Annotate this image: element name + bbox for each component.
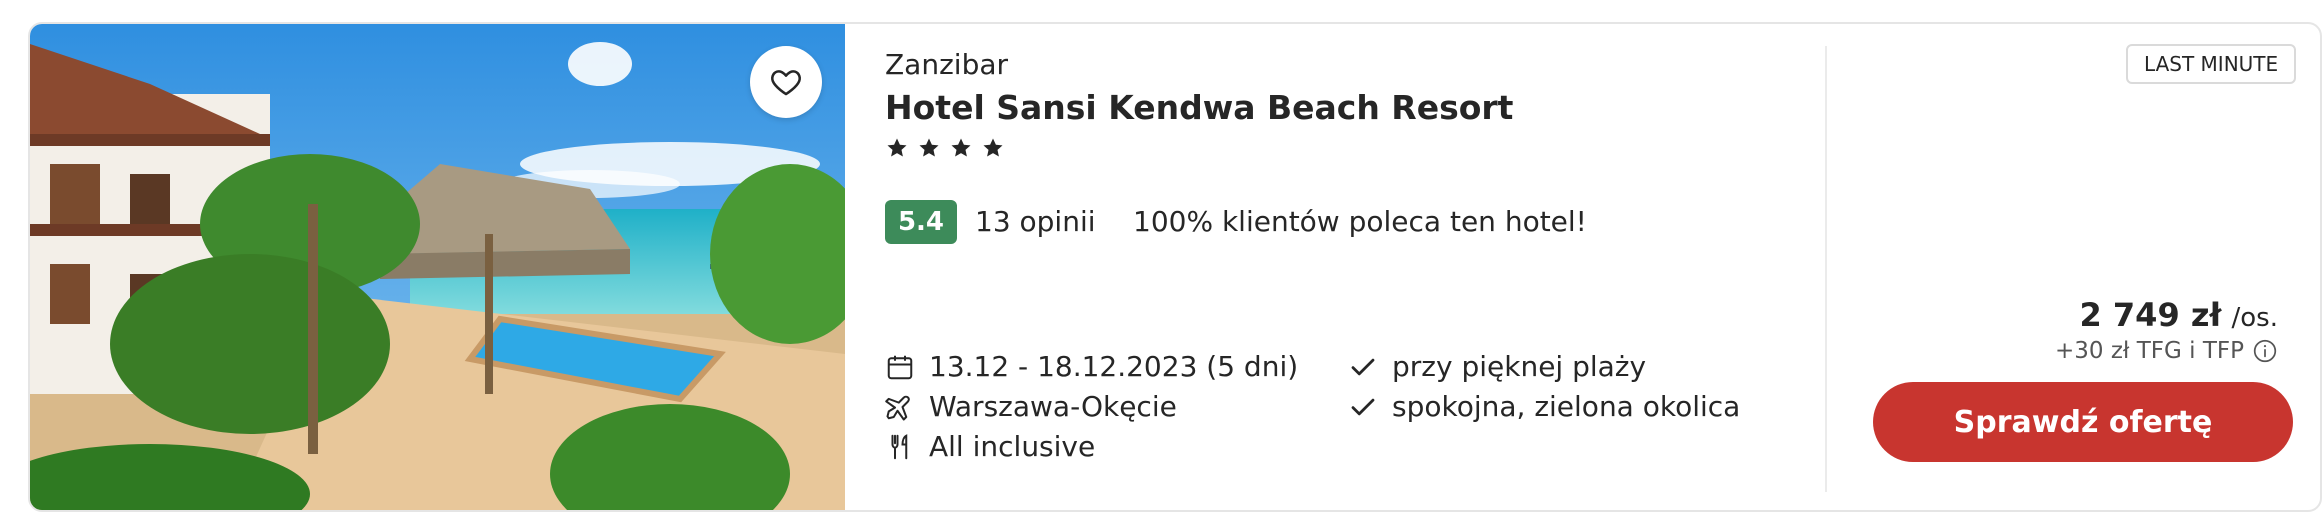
dates-text: 13.12 - 18.12.2023 (5 dni): [929, 350, 1299, 383]
departure-row: Warszawa-Okęcie: [885, 390, 1177, 423]
cutlery-icon: [891, 433, 908, 459]
calendar-icon: [887, 355, 913, 379]
board-row: All inclusive: [885, 430, 1095, 463]
fees: +30 zł TFG i TFP: [2055, 338, 2278, 364]
hotel-name[interactable]: Hotel Sansi Kendwa Beach Resort: [885, 88, 1513, 127]
departure-text: Warszawa-Okęcie: [929, 390, 1177, 423]
recommendation-text: 100% klientów poleca ten hotel!: [1133, 205, 1587, 238]
rating-badge: 5.4: [885, 200, 957, 244]
fees-text: +30 zł TFG i TFP: [2054, 338, 2244, 364]
region-label: Zanzibar: [885, 48, 1009, 81]
star-icon: [983, 138, 1003, 157]
star-icon: [887, 138, 907, 157]
check-icon: [1351, 398, 1375, 415]
check-icon: [1351, 358, 1375, 375]
star-icon: [919, 138, 939, 157]
hotel-stars: [885, 136, 1005, 160]
hotel-photo[interactable]: [30, 24, 845, 510]
column-divider: [1825, 46, 1827, 492]
offer-card[interactable]: Zanzibar Hotel Sansi Kendwa Beach Resort…: [28, 22, 2322, 512]
check-offer-button[interactable]: Sprawdź ofertę: [1873, 382, 2293, 462]
info-icon[interactable]: [2252, 338, 2278, 364]
star-icon: [951, 138, 971, 157]
last-minute-badge: LAST MINUTE: [2126, 44, 2297, 84]
price-value: 2 749 zł: [2079, 296, 2222, 334]
plane-icon: [885, 395, 910, 420]
heart-icon: [771, 70, 801, 96]
reviews-link[interactable]: 13 opinii: [975, 205, 1096, 238]
price: 2 749 zł /os.: [2080, 296, 2279, 334]
favorite-button[interactable]: [750, 46, 822, 118]
dates-row: 13.12 - 18.12.2023 (5 dni): [885, 350, 1298, 383]
feature-row: przy pięknej plaży: [1348, 350, 1646, 383]
feature-text: przy pięknej plaży: [1392, 350, 1647, 383]
board-text: All inclusive: [929, 430, 1096, 463]
feature-row: spokojna, zielona okolica: [1348, 390, 1740, 423]
price-unit: /os.: [2231, 303, 2278, 333]
feature-text: spokojna, zielona okolica: [1392, 390, 1741, 423]
